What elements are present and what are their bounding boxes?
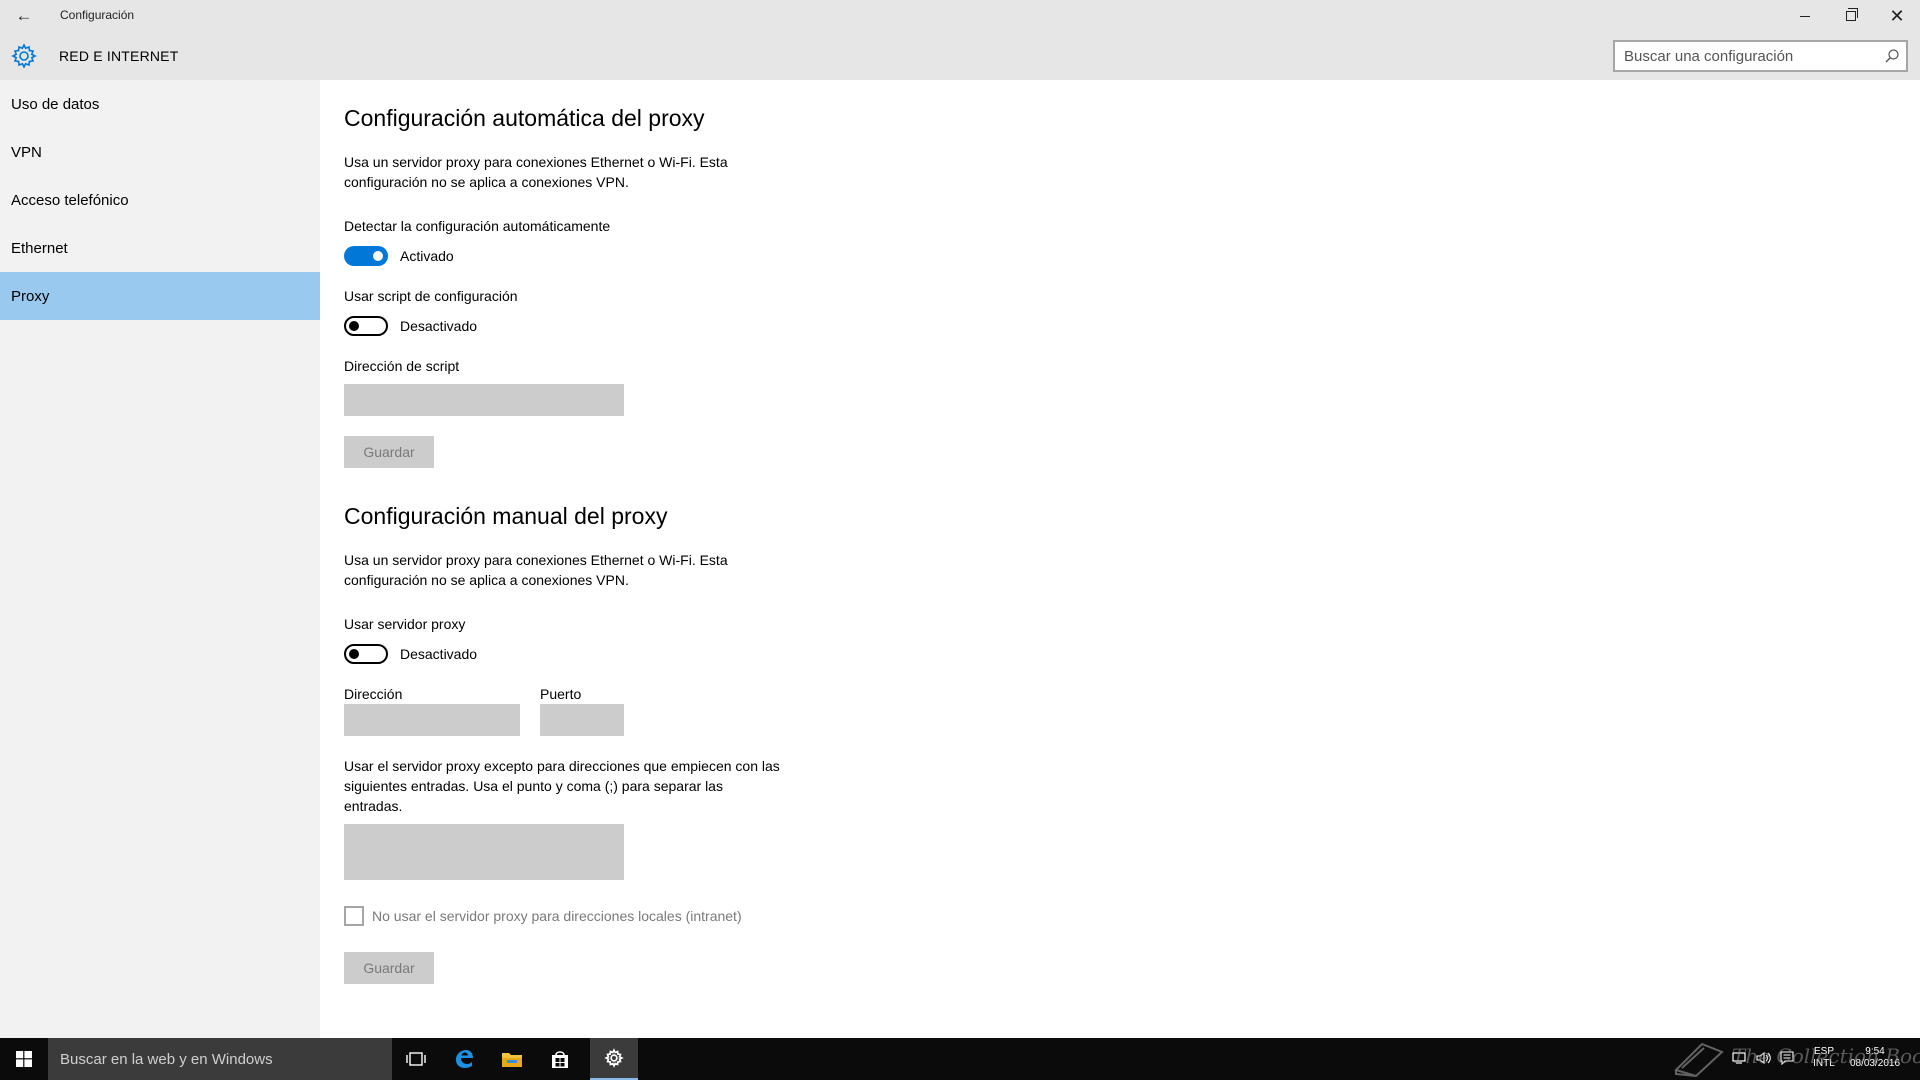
sidebar-item-label: Acceso telefónico bbox=[11, 191, 129, 209]
sidebar-item-label: Ethernet bbox=[11, 239, 68, 257]
content-pane: Configuración automática del proxy Usa u… bbox=[320, 80, 1920, 1038]
use-proxy-toggle[interactable] bbox=[344, 644, 388, 664]
port-label: Puerto bbox=[540, 686, 582, 702]
minimize-button[interactable] bbox=[1782, 0, 1828, 32]
auto-save-button[interactable]: Guardar bbox=[344, 436, 434, 468]
sidebar-item-dial-up[interactable]: Acceso telefónico bbox=[0, 176, 320, 224]
use-proxy-label: Usar servidor proxy bbox=[344, 616, 466, 632]
exceptions-input[interactable] bbox=[344, 824, 624, 880]
store-icon bbox=[552, 1051, 568, 1068]
sidebar-item-ethernet[interactable]: Ethernet bbox=[0, 224, 320, 272]
use-script-toggle[interactable] bbox=[344, 316, 388, 336]
exceptions-description: Usar el servidor proxy excepto para dire… bbox=[344, 758, 780, 814]
taskbar: Buscar en la web y en Windows ESP INTL 9… bbox=[0, 1038, 1920, 1080]
settings-header: RED E INTERNET bbox=[0, 32, 1920, 80]
auto-proxy-heading: Configuración automática del proxy bbox=[344, 105, 705, 131]
edge-button[interactable] bbox=[440, 1038, 488, 1080]
sidebar-item-label: VPN bbox=[11, 143, 42, 161]
settings-gear-icon bbox=[604, 1048, 624, 1068]
port-input[interactable] bbox=[540, 704, 624, 736]
taskbar-search-placeholder: Buscar en la web y en Windows bbox=[60, 1050, 273, 1068]
gear-icon bbox=[11, 43, 37, 69]
manual-proxy-description: Usa un servidor proxy para conexiones Et… bbox=[344, 552, 728, 588]
detect-settings-toggle[interactable] bbox=[344, 246, 388, 266]
watermark: The Collection Book bbox=[1672, 1036, 1920, 1080]
window-title: Configuración bbox=[60, 8, 135, 22]
task-view-icon bbox=[406, 1052, 426, 1066]
detect-settings-label: Detectar la configuración automáticament… bbox=[344, 218, 611, 234]
sidebar: Uso de datos VPN Acceso telefónico Ether… bbox=[0, 80, 320, 1038]
use-script-label: Usar script de configuración bbox=[344, 288, 518, 304]
detect-settings-state: Activado bbox=[400, 248, 454, 264]
manual-save-button[interactable]: Guardar bbox=[344, 952, 434, 984]
restore-icon bbox=[1846, 8, 1858, 21]
back-arrow-icon[interactable]: ← bbox=[12, 5, 36, 27]
windows-logo-icon bbox=[16, 1051, 32, 1067]
file-explorer-button[interactable] bbox=[488, 1038, 536, 1080]
auto-proxy-description: Usa un servidor proxy para conexiones Et… bbox=[344, 154, 728, 190]
manual-proxy-heading: Configuración manual del proxy bbox=[344, 503, 668, 529]
watermark-text: The Collection Book bbox=[1732, 1044, 1920, 1068]
sidebar-item-data-usage[interactable]: Uso de datos bbox=[0, 80, 320, 128]
settings-search-input[interactable] bbox=[1615, 42, 1870, 70]
script-address-label: Dirección de script bbox=[344, 358, 460, 374]
magnifier-icon[interactable] bbox=[1884, 48, 1900, 64]
minimize-icon bbox=[1800, 15, 1810, 17]
settings-app-button[interactable] bbox=[590, 1038, 638, 1080]
use-script-state: Desactivado bbox=[400, 318, 478, 334]
task-view-button[interactable] bbox=[392, 1038, 440, 1080]
address-label: Dirección bbox=[344, 686, 403, 702]
sidebar-item-label: Proxy bbox=[11, 287, 50, 305]
edge-browser-icon bbox=[456, 1050, 473, 1068]
title-bar: ← Configuración ✕ bbox=[0, 0, 1920, 32]
settings-search-box[interactable] bbox=[1613, 40, 1908, 72]
script-address-input[interactable] bbox=[344, 384, 624, 416]
restore-button[interactable] bbox=[1828, 0, 1874, 32]
book-logo-icon bbox=[1674, 1042, 1724, 1078]
sidebar-item-vpn[interactable]: VPN bbox=[0, 128, 320, 176]
sidebar-item-proxy[interactable]: Proxy bbox=[0, 272, 320, 320]
use-proxy-state: Desactivado bbox=[400, 646, 478, 662]
address-input[interactable] bbox=[344, 704, 520, 736]
section-title: RED E INTERNET bbox=[59, 48, 179, 64]
start-button[interactable] bbox=[0, 1038, 48, 1080]
taskbar-search-box[interactable]: Buscar en la web y en Windows bbox=[48, 1038, 392, 1080]
store-button[interactable] bbox=[536, 1038, 584, 1080]
sidebar-item-label: Uso de datos bbox=[11, 95, 100, 113]
local-bypass-label: No usar el servidor proxy para direccion… bbox=[372, 908, 742, 924]
local-bypass-checkbox[interactable] bbox=[344, 906, 364, 926]
close-icon: ✕ bbox=[1889, 5, 1905, 26]
close-button[interactable]: ✕ bbox=[1874, 0, 1920, 32]
file-explorer-icon bbox=[502, 1053, 522, 1067]
